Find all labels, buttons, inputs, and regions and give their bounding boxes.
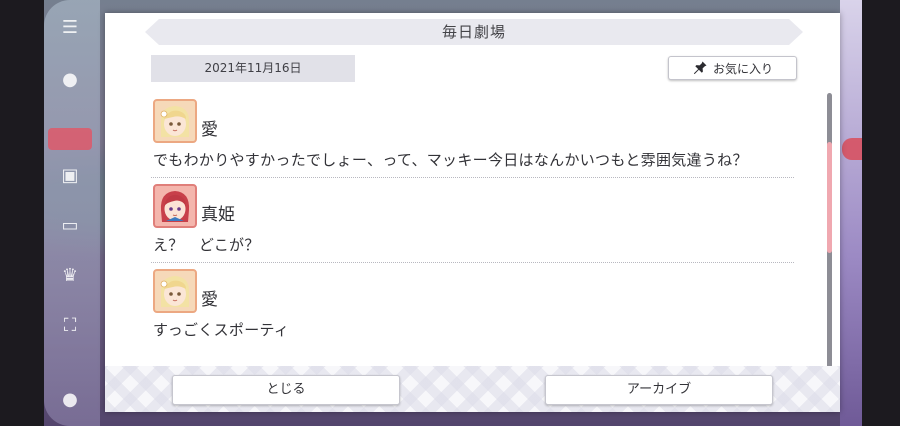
archive-button[interactable]: アーカイブ [545,375,773,405]
screen-bezel-right [862,0,900,426]
profile-icon[interactable]: ● [52,384,88,414]
favorite-label: お気に入り [712,61,773,76]
screen-icon[interactable]: ▭ [52,210,88,240]
message-text: でもわかりやすかったでしょー、って、マッキー今日はなんかいつもと雰囲気違うね？ [153,151,748,169]
message-list[interactable]: 愛 でもわかりやすかったでしょー、って、マッキー今日はなんかいつもと雰囲気違うね… [151,93,796,368]
gift-icon[interactable]: ▣ [52,160,88,190]
notice-badge[interactable] [48,128,92,150]
dialog-title: 毎日劇場 [441,23,506,41]
screen-bezel-left [0,0,44,426]
ai-avatar-icon [153,99,197,143]
chat-icon[interactable]: ● [52,64,88,94]
speaker-name: 愛 [201,120,218,140]
message-item: 愛 すっごくスポーティ [151,263,794,347]
message-text: え？ どこが？ [153,236,260,254]
trophy-icon[interactable]: ♛ [52,260,88,290]
favorite-button[interactable]: お気に入り [668,56,797,80]
message-item: 真姫 え？ どこが？ [151,178,794,263]
scrollbar-thumb[interactable] [827,142,832,253]
maki-avatar-icon [153,184,197,228]
fullscreen-icon[interactable]: ⛶ [52,310,88,340]
background-right-panel [840,0,862,426]
date-label: 2021年11月16日 [151,55,355,82]
pin-icon [693,61,707,75]
right-notice-badge [842,138,862,160]
speaker-name: 愛 [201,290,218,310]
speaker-name: 真姫 [201,205,235,225]
ai-avatar-icon [153,269,197,313]
message-text: すっごくスポーティ [153,321,290,339]
daily-theater-dialog: 毎日劇場 2021年11月16日 お気に入り 愛 でもわかりやすかったでしょー、… [105,13,840,412]
close-button[interactable]: とじる [172,375,400,405]
menu-icon[interactable]: ☰ [52,12,88,42]
message-item: 愛 でもわかりやすかったでしょー、って、マッキー今日はなんかいつもと雰囲気違うね… [151,93,794,178]
